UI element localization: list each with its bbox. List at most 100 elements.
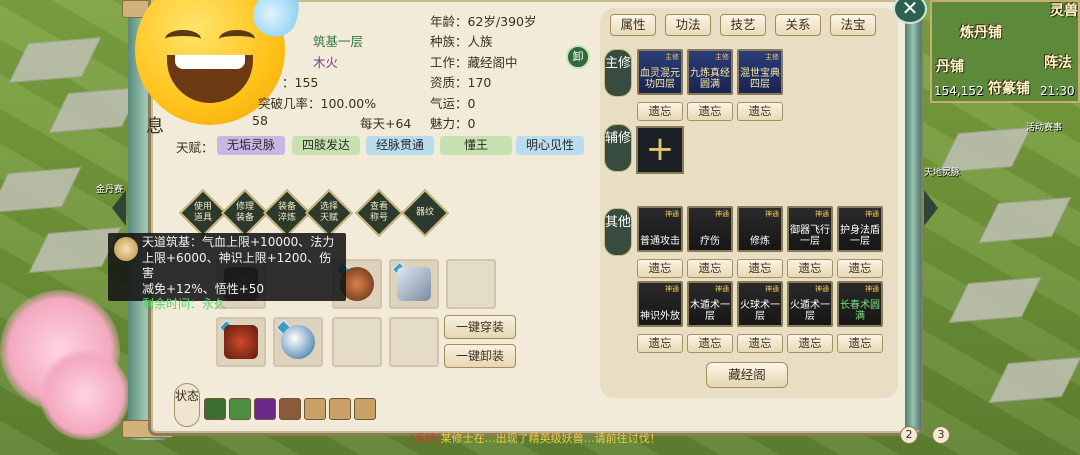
prev-arrow-icon[interactable] [112, 190, 126, 226]
forget-button[interactable]: 遗忘 [637, 259, 683, 278]
main-section-label: 主修 [604, 49, 632, 97]
library-button[interactable]: 藏经阁 [706, 362, 788, 388]
status-buff-icon[interactable] [204, 398, 226, 420]
map-label: 灵兽 [1050, 3, 1078, 19]
forget-button[interactable]: 遗忘 [737, 259, 783, 278]
emoji-mouth [167, 55, 253, 103]
add-aux-skill-button[interactable]: + [636, 126, 684, 174]
main-skill[interactable]: 主修 九炼真经圆满 [687, 49, 733, 95]
info-section-char: 息 [146, 116, 164, 137]
map-coordinates: 154,152 [934, 84, 984, 98]
forget-button[interactable]: 遗忘 [687, 102, 733, 121]
charm-row: 魅力：0 [430, 116, 476, 131]
ground-tile [988, 357, 1080, 403]
map-label: 阵法 [1044, 55, 1072, 71]
activity-label[interactable]: 活动赛事 [1026, 120, 1062, 133]
ground-tile [8, 37, 102, 83]
side-label-right[interactable]: 天地灵脉 [924, 165, 960, 178]
other-skill[interactable]: 神通 普通攻击 [637, 206, 683, 252]
element-value: 木火 [313, 55, 339, 70]
other-skill[interactable]: 神通 疗伤 [687, 206, 733, 252]
tab-skills[interactable]: 技艺 [720, 14, 766, 36]
game-clock: 21:30 [1040, 84, 1075, 98]
main-skill[interactable]: 主修 血灵混元功四层 [637, 49, 683, 95]
status-buff-icon[interactable] [304, 398, 326, 420]
talent-tag[interactable]: 懂王 [440, 136, 513, 155]
other-section-label: 其他 [604, 208, 632, 256]
status-buff-icon[interactable] [329, 398, 351, 420]
map-label: 符篆铺 [988, 81, 1030, 97]
system-banner: [系统]某修士在…出现了精英级妖兽…请前往讨伐！ [410, 432, 661, 445]
tooltip-time: 剩余时间：永久 [142, 297, 227, 311]
race-row: 种族：人族 [430, 34, 493, 49]
empty-equipment-slot[interactable] [332, 317, 382, 367]
ground-tile [0, 167, 82, 213]
emoji-eye [219, 30, 255, 48]
page-indicator[interactable]: 2 [900, 426, 918, 444]
equip-all-button[interactable]: 一键穿装 [444, 315, 516, 339]
orb-item-icon [281, 325, 315, 359]
cherry-blossom-tree [40, 350, 130, 440]
breakthrough-rate: 突破几率：100.00% [258, 96, 377, 111]
next-arrow-icon[interactable] [924, 190, 938, 226]
empty-equipment-slot[interactable] [389, 317, 439, 367]
other-skill[interactable]: 神通 火球术一层 [737, 281, 783, 327]
forget-button[interactable]: 遗忘 [837, 334, 883, 353]
ground-tile [978, 197, 1072, 243]
forget-button[interactable]: 遗忘 [687, 259, 733, 278]
talent-tag[interactable]: 明心见性 [516, 136, 585, 155]
other-skill[interactable]: 神通 神识外放 [637, 281, 683, 327]
ground-tile [948, 277, 1042, 323]
page-indicator[interactable]: 3 [932, 426, 950, 444]
forget-button[interactable]: 遗忘 [737, 102, 783, 121]
forget-button[interactable]: 遗忘 [687, 334, 733, 353]
equipment-slot[interactable] [216, 317, 266, 367]
main-skill[interactable]: 主修 混世宝典四层 [737, 49, 783, 95]
talent-tag[interactable]: 四肢发达 [292, 136, 361, 155]
other-skill[interactable]: 神通 长春术圆满 [837, 281, 883, 327]
talent-tag[interactable]: 无垢灵脉 [217, 136, 286, 155]
unequip-all-button[interactable]: 一键卸装 [444, 344, 516, 368]
status-buff-icon[interactable] [279, 398, 301, 420]
daily-gain: 每天+64 [360, 116, 412, 131]
job-row: 工作：藏经阁中 [430, 55, 518, 70]
stat-partial: ：155 [282, 75, 319, 90]
partial-number: 58 [252, 113, 268, 128]
equipment-slot[interactable] [389, 259, 439, 309]
other-skill[interactable]: 神通 火遁术一层 [787, 281, 833, 327]
forget-button[interactable]: 遗忘 [787, 334, 833, 353]
status-buff-icon[interactable] [254, 398, 276, 420]
forget-button[interactable]: 遗忘 [637, 334, 683, 353]
other-skill[interactable]: 神通 护身法盾一层 [837, 206, 883, 252]
forget-button[interactable]: 遗忘 [637, 102, 683, 121]
status-buff-icon[interactable] [354, 398, 376, 420]
emoji-eye [165, 30, 201, 48]
realm-value: 筑基一层 [313, 34, 364, 49]
buff-tooltip: 天道筑基：气血上限+10000、法力 上限+6000、神识上限+1200、伤害 … [108, 233, 346, 311]
status-buff-icon[interactable] [229, 398, 251, 420]
equipment-slot[interactable] [273, 317, 323, 367]
age-row: 年龄：62岁/390岁 [430, 14, 537, 29]
map-label: 炼丹铺 [960, 25, 1002, 41]
forget-button[interactable]: 遗忘 [837, 259, 883, 278]
right-scroll-frame [905, 0, 921, 430]
empty-equipment-slot[interactable] [446, 259, 496, 309]
other-skill[interactable]: 神通 修炼 [737, 206, 783, 252]
tooltip-line: 上限+6000、神识上限+1200、伤害 [142, 250, 332, 281]
other-skill[interactable]: 神通 木遁术一层 [687, 281, 733, 327]
talent-tag[interactable]: 经脉贯通 [366, 136, 435, 155]
aptitude-row: 资质：170 [430, 75, 492, 90]
other-skill[interactable]: 神通 御器飞行一层 [787, 206, 833, 252]
tab-relations[interactable]: 关系 [775, 14, 821, 36]
tab-treasures[interactable]: 法宝 [830, 14, 876, 36]
unload-button[interactable]: 卸 [566, 45, 590, 69]
forget-button[interactable]: 遗忘 [737, 334, 783, 353]
forget-button[interactable]: 遗忘 [787, 259, 833, 278]
tab-techniques[interactable]: 功法 [665, 14, 711, 36]
helmet-item-icon [224, 325, 258, 359]
tab-attributes[interactable]: 属性 [610, 14, 656, 36]
tooltip-line: 天道筑基：气血上限+10000、法力 [142, 235, 335, 249]
tooltip-line: 减免+12%、悟性+50 [142, 281, 265, 296]
status-label: 状态 [174, 383, 200, 427]
luck-row: 气运：0 [430, 96, 476, 111]
